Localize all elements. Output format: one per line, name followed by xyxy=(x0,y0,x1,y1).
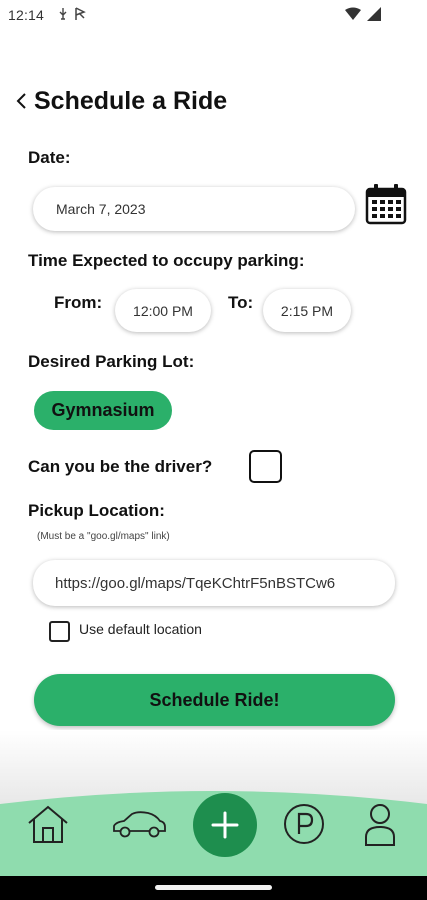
to-time-value: 2:15 PM xyxy=(280,302,334,319)
time-label: Time Expected to occupy parking: xyxy=(28,251,305,270)
nav-home[interactable] xyxy=(24,800,72,848)
home-gesture-handle[interactable] xyxy=(155,885,272,890)
bottom-nav xyxy=(0,790,427,876)
signal-icon xyxy=(367,7,381,21)
date-label: Date: xyxy=(28,148,71,167)
driver-label: Can you be the driver? xyxy=(28,457,213,476)
schedule-ride-button[interactable]: Schedule Ride! xyxy=(34,674,395,726)
page-title: Schedule a Ride xyxy=(34,86,228,115)
parking-icon xyxy=(284,804,324,844)
from-label: From: xyxy=(54,293,103,312)
status-bar: 12:14 xyxy=(0,0,427,30)
chevron-left-icon xyxy=(16,93,26,109)
status-time: 12:14 xyxy=(8,7,45,23)
pickup-label: Pickup Location: xyxy=(28,501,165,520)
calendar-icon xyxy=(365,184,407,225)
profile-icon xyxy=(365,804,395,846)
to-time-field[interactable]: 2:15 PM xyxy=(263,289,351,332)
pickup-hint: (Must be a "goo.gl/maps" link) xyxy=(37,531,170,542)
nav-rides[interactable] xyxy=(108,804,170,844)
default-location-label: Use default location xyxy=(79,621,202,637)
parking-lot-label: Desired Parking Lot: xyxy=(28,352,195,371)
nav-profile[interactable] xyxy=(358,798,402,850)
nav-parking[interactable] xyxy=(280,800,328,848)
calendar-button[interactable] xyxy=(364,182,408,226)
date-value: March 7, 2023 xyxy=(56,201,146,217)
notification-icon xyxy=(75,7,86,20)
plus-icon xyxy=(211,811,239,839)
from-time-value: 12:00 PM xyxy=(133,302,193,319)
add-ride-button[interactable] xyxy=(193,793,257,857)
default-location-checkbox[interactable] xyxy=(49,621,70,642)
usb-icon xyxy=(59,8,67,20)
to-label: To: xyxy=(228,293,254,312)
pickup-location-value: https://goo.gl/maps/TqeKChtrF5nBSTCw6 xyxy=(55,574,336,592)
from-time-field[interactable]: 12:00 PM xyxy=(115,289,211,332)
driver-checkbox[interactable] xyxy=(249,450,282,483)
wifi-icon xyxy=(345,7,361,20)
back-button[interactable] xyxy=(10,86,32,116)
car-icon xyxy=(113,811,166,838)
home-icon xyxy=(28,805,68,843)
pickup-location-field[interactable]: https://goo.gl/maps/TqeKChtrF5nBSTCw6 xyxy=(33,560,395,606)
date-field[interactable]: March 7, 2023 xyxy=(33,187,355,231)
page-header: Schedule a Ride xyxy=(10,84,227,118)
parking-lot-chip[interactable]: Gymnasium xyxy=(34,391,172,430)
